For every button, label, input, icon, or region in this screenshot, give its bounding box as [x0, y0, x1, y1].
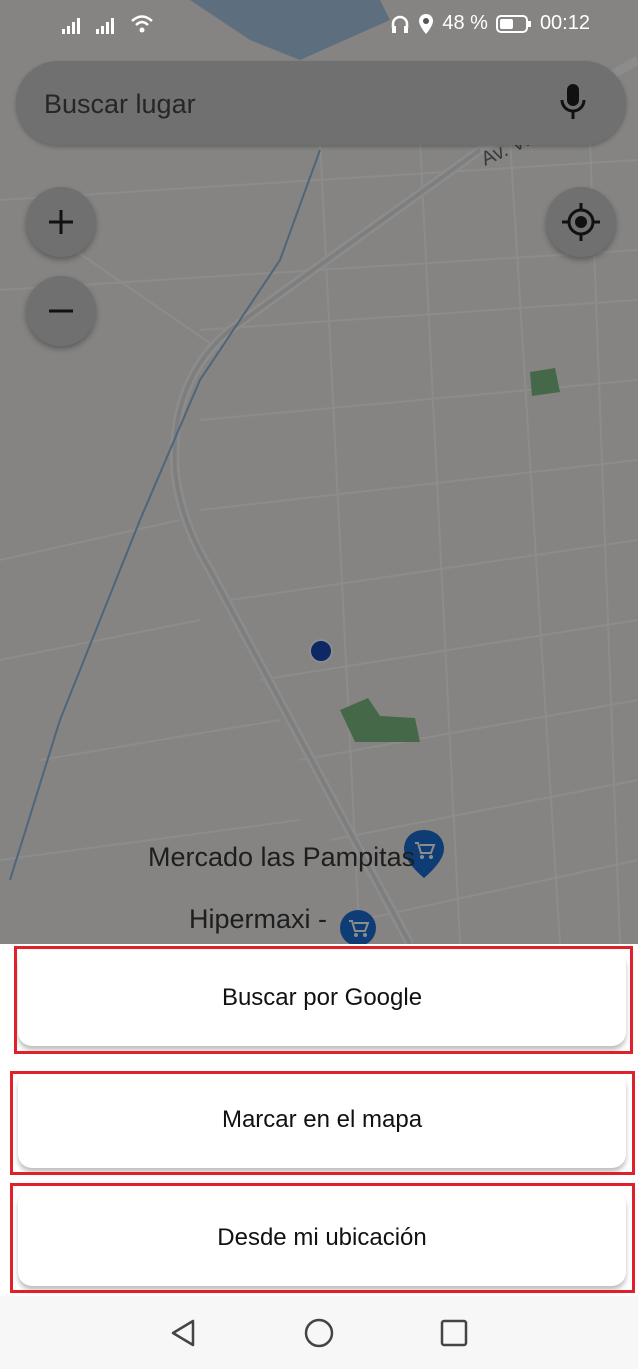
- status-bar: 48 % 00:12: [0, 0, 638, 50]
- battery-percent: 48 %: [442, 12, 488, 34]
- headphones-icon: [392, 15, 409, 33]
- plus-icon: [49, 210, 73, 234]
- my-location-icon: [562, 203, 600, 241]
- signal-icon: [62, 18, 80, 34]
- clock: 00:12: [539, 12, 590, 34]
- triangle-back-icon[interactable]: [169, 1318, 199, 1348]
- signal-icon: [96, 18, 114, 34]
- my-location-button[interactable]: [546, 187, 616, 257]
- search-input[interactable]: Buscar lugar: [44, 89, 196, 120]
- square-recents-icon[interactable]: [439, 1318, 469, 1348]
- from-my-location-button[interactable]: Desde mi ubicación: [18, 1190, 626, 1286]
- search-google-label: Buscar por Google: [221, 984, 423, 1011]
- minus-icon: [49, 309, 73, 313]
- mark-on-map-button[interactable]: Marcar en el mapa: [18, 1072, 626, 1168]
- navigation-bar: [0, 1296, 638, 1369]
- location-icon: [419, 13, 434, 34]
- zoom-out-button[interactable]: [26, 276, 96, 346]
- battery-icon: [495, 14, 531, 33]
- mic-icon[interactable]: [560, 83, 586, 121]
- search-bar[interactable]: Buscar lugar: [16, 61, 626, 145]
- circle-home-icon[interactable]: [303, 1317, 335, 1349]
- from-my-location-label: Desde mi ubicación: [217, 1224, 427, 1251]
- search-google-button[interactable]: Buscar por Google: [18, 950, 626, 1046]
- wifi-icon: [131, 15, 153, 33]
- mark-on-map-label: Marcar en el mapa: [221, 1106, 423, 1133]
- zoom-in-button[interactable]: [26, 187, 96, 257]
